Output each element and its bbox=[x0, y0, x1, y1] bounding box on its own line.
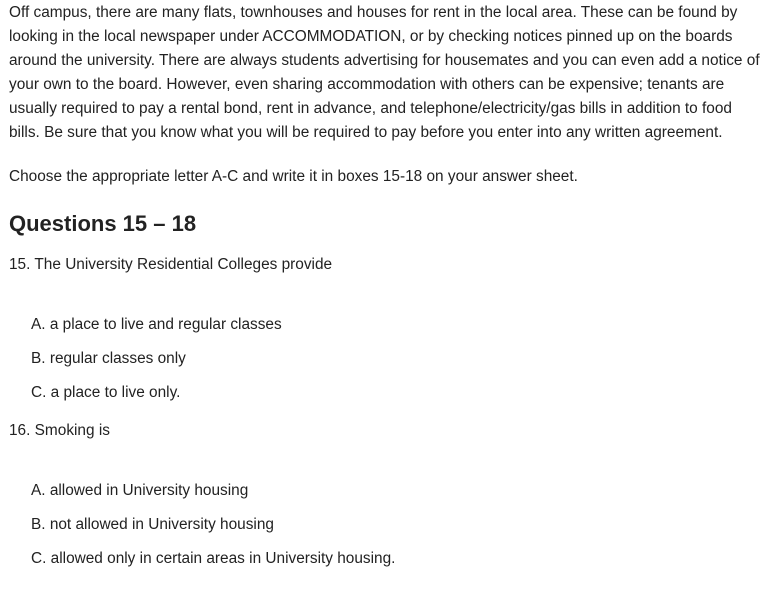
option-16-a: A. allowed in University housing bbox=[31, 482, 249, 499]
option-16-c: C. allowed only in certain areas in Univ… bbox=[31, 550, 396, 567]
document-body: Off campus, there are many flats, townho… bbox=[9, 0, 765, 581]
question-16: 16. Smoking is bbox=[9, 422, 110, 439]
option-15-a: A. a place to live and regular classes bbox=[31, 316, 282, 333]
question-16-options: A. allowed in University housing B. not … bbox=[9, 479, 765, 571]
question-15: 15. The University Residential Colleges … bbox=[9, 256, 333, 273]
option-15-c: C. a place to live only. bbox=[31, 384, 181, 401]
intro-paragraph: Off campus, there are many flats, townho… bbox=[9, 4, 760, 141]
questions-heading: Questions 15 – 18 bbox=[9, 211, 197, 236]
option-16-b: B. not allowed in University housing bbox=[31, 516, 274, 533]
instruction-text: Choose the appropriate letter A-C and wr… bbox=[9, 168, 578, 185]
option-15-b: B. regular classes only bbox=[31, 350, 186, 367]
question-15-options: A. a place to live and regular classes B… bbox=[9, 313, 765, 405]
